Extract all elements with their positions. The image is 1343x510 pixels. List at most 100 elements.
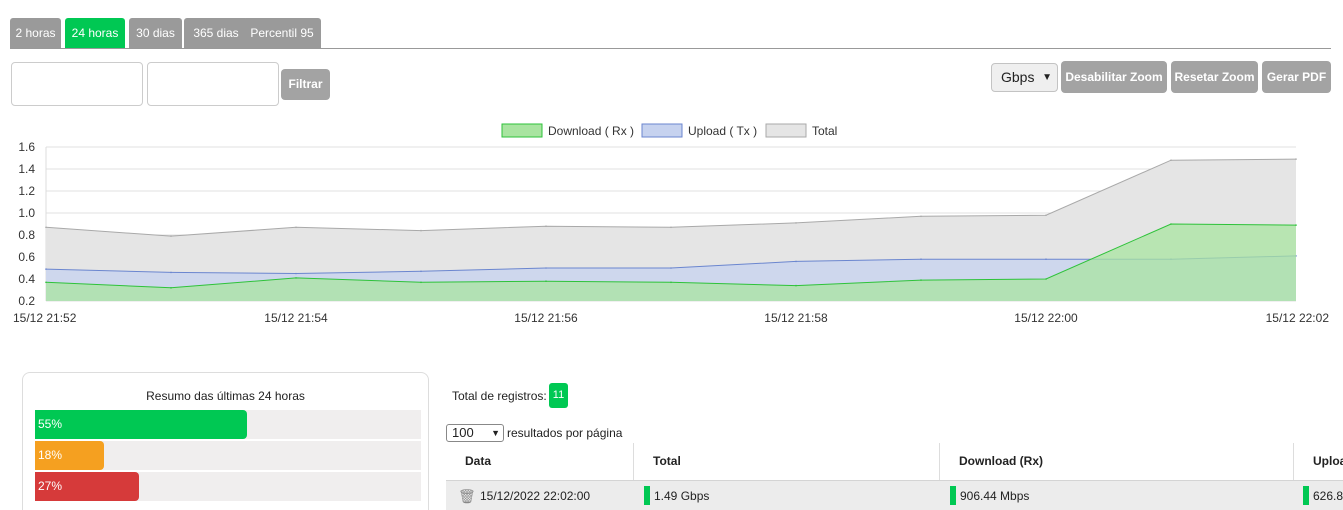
series-upload-point [545,267,547,269]
series-upload-point [420,270,422,273]
row-download-value: 906.44 Mbps [960,489,1030,503]
legend-download-label[interactable]: Download ( Rx ) [548,124,634,138]
y-tick-label: 1.4 [18,162,35,176]
tab-2-horas[interactable]: 2 horas [10,18,61,48]
series-download-point [295,277,297,279]
row-upload: 626.8 [1303,481,1343,510]
series-download-point [920,279,922,281]
y-tick-label: 1.0 [18,206,35,220]
row-date: 15/12/2022 22:02:00 [480,489,591,503]
series-upload-point [795,260,797,263]
table-row: 🗑 15/12/2022 22:02:00 1.49 Gbps 906.44 M… [446,480,1343,510]
summary-panel: Resumo das últimas 24 horas 55% 18% 27% [22,372,429,510]
chevron-down-icon: ▼ [1042,72,1052,83]
y-axis: 1.6 1.4 1.2 1.0 0.8 0.6 0.4 0.2 [18,140,35,308]
series-total-point [170,235,172,237]
tab-365-dias[interactable]: 365 dias [184,18,248,48]
series-download-point [545,280,547,282]
series-download-point [1295,224,1297,226]
series-upload-point [1045,258,1047,260]
x-tick-label: 15/12 21:56 [514,311,578,325]
y-tick-label: 1.2 [18,184,35,198]
unit-select-value: Gbps [1001,69,1035,85]
series-total-point [45,226,47,229]
series-total-point [1295,158,1297,160]
series-download-point [795,284,797,287]
column-header-upload[interactable]: Uploa [1294,443,1343,480]
series-upload-point [670,267,672,269]
summary-bar-medium: 18% [35,441,105,470]
page-size-select[interactable]: 100 ▼ [446,424,504,442]
row-total-value: 1.49 Gbps [654,489,710,503]
legend-total-swatch[interactable] [765,123,807,138]
x-tick-label: 15/12 22:00 [1014,311,1078,325]
reset-zoom-button[interactable]: Resetar Zoom [1171,61,1258,93]
x-tick-label: 15/12 21:52 [13,311,77,325]
summary-title: Resumo das últimas 24 horas [146,389,305,403]
chevron-down-icon: ▼ [491,428,500,438]
x-tick-label: 15/12 21:54 [264,311,328,325]
series-upload-point [170,271,172,274]
per-page-label: resultados por página [507,426,623,440]
total-records-label: Total de registros: [452,389,547,403]
end-date-input[interactable] [147,62,279,106]
row-total: 1.49 Gbps [644,481,709,510]
traffic-chart[interactable]: Download ( Rx ) Upload ( Tx ) Total 1.6 1.4… [0,115,1343,335]
legend-total-label[interactable]: Total [812,124,837,138]
tab-30-dias[interactable]: 30 dias [129,18,182,48]
series-total-point [545,225,547,227]
disable-zoom-button[interactable]: Desabilitar Zoom [1061,61,1167,93]
status-indicator [644,486,650,506]
x-axis: 15/12 21:52 15/12 21:54 15/12 21:56 15/12 2… [13,311,1329,325]
series-total-point [420,229,422,232]
row-upload-value: 626.8 [1313,489,1343,503]
period-tabs: 2 horas 24 horas 30 dias 365 dias Percen… [10,18,1331,49]
y-tick-label: 0.8 [18,228,35,242]
summary-bar-track: 55% [35,410,421,439]
series-download-point [670,281,672,284]
column-header-data[interactable]: Data [446,443,634,480]
chart-series [45,158,1297,301]
status-indicator [1303,486,1309,506]
generate-pdf-button[interactable]: Gerar PDF [1262,61,1331,93]
series-total-point [795,222,797,224]
series-download-point [420,281,422,284]
page-size-value: 100 [452,425,474,440]
legend-upload-swatch[interactable] [641,123,683,138]
status-indicator [950,486,956,506]
tab-24-horas[interactable]: 24 horas [65,18,125,48]
column-header-download[interactable]: Download (Rx) [940,443,1294,480]
y-tick-label: 0.6 [18,250,35,264]
y-tick-label: 1.6 [18,140,35,154]
summary-bar-low: 27% [35,472,140,501]
chart-legend[interactable]: Download ( Rx ) Upload ( Tx ) Total [501,123,837,138]
filter-button[interactable]: Filtrar [281,69,330,100]
y-tick-label: 0.4 [18,272,35,286]
total-records-badge: 11 [549,383,568,408]
series-upload-point [920,258,922,260]
series-download-point [170,287,172,289]
summary-bar-track: 18% [35,441,421,470]
x-tick-label: 15/12 21:58 [764,311,828,325]
row-download: 906.44 Mbps [950,481,1029,510]
series-upload-point [295,272,297,275]
trash-icon[interactable]: 🗑 [458,481,476,510]
series-total-point [1170,159,1172,161]
series-upload-point [45,268,47,270]
series-total-point [295,226,297,229]
legend-download-swatch[interactable] [501,123,543,138]
summary-bar-high: 55% [35,410,248,439]
y-tick-label: 0.2 [18,294,35,308]
series-total-point [920,215,922,218]
start-date-input[interactable] [11,62,143,106]
tab-percentil-95[interactable]: Percentil 95 [243,18,321,48]
series-download-point [1045,278,1047,280]
unit-select[interactable]: Gbps ▼ [991,63,1058,92]
x-tick-label: 15/12 22:02 [1266,311,1330,325]
legend-upload-label[interactable]: Upload ( Tx ) [688,124,757,138]
records-table: Data Total Download (Rx) Uploa 🗑 15/12/2… [446,443,1343,510]
summary-bar-track: 27% [35,472,421,501]
series-total-point [670,226,672,229]
series-download-point [1170,223,1172,225]
column-header-total[interactable]: Total [634,443,940,480]
